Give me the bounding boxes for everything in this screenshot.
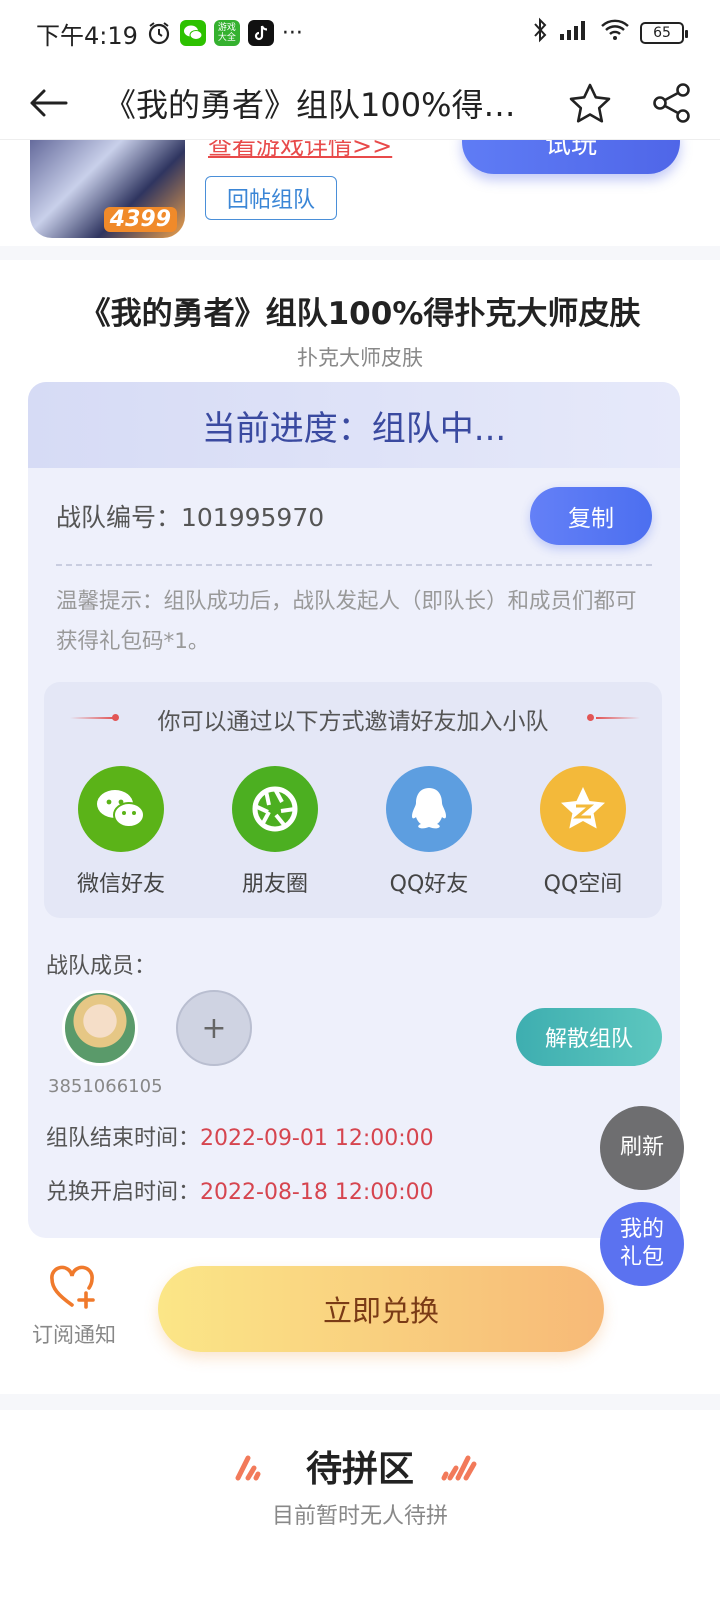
wechat-icon: [78, 766, 164, 852]
tiktok-icon: [247, 20, 274, 46]
wifi-icon: [600, 18, 630, 48]
redeem-open-time: 兑换开启时间：2022-08-18 12:00:00: [46, 1174, 434, 1206]
pending-title: 待拼区: [305, 1449, 414, 1490]
game-header: 4399 查看游戏详情>> 试玩 回帖组队: [0, 140, 720, 246]
team-id: 战队编号：101995970: [56, 503, 325, 532]
activity-title: 《我的勇者》组队100%得扑克大师皮肤: [79, 296, 641, 332]
game-icon[interactable]: 4399: [30, 140, 185, 238]
more-notifications: ···: [281, 20, 303, 46]
game-detail-link[interactable]: 查看游戏详情>>: [208, 140, 392, 161]
progress-status: 当前进度：组队中...: [28, 382, 680, 468]
divider: [56, 564, 652, 566]
heart-plus-icon: [50, 1265, 95, 1309]
refresh-float-button[interactable]: 刷新: [600, 1106, 684, 1190]
status-bar: 下午4:19 游戏大全 ··· 65: [0, 0, 720, 66]
invite-box: 你可以通过以下方式邀请好友加入小队 微信好友 朋友圈 QQ好友 QQ空间: [44, 682, 662, 918]
wechat-notification-icon: [179, 20, 206, 46]
share-label: QQ空间: [543, 872, 623, 897]
members-label: 战队成员：: [46, 954, 157, 979]
alarm-icon: [146, 20, 172, 46]
share-icon: [653, 82, 690, 123]
redeem-open-time-value: 2022-08-18 12:00:00: [200, 1180, 434, 1205]
game-badge: 4399: [103, 207, 177, 232]
game-app-icon: 游戏大全: [213, 20, 240, 46]
game-app-label: 游戏大全: [217, 23, 236, 43]
activity-subtitle: 扑克大师皮肤: [297, 346, 423, 370]
share-label: 微信好友: [76, 872, 165, 897]
share-wechat[interactable]: 微信好友: [56, 766, 186, 898]
disband-team-button[interactable]: 解散组队: [516, 1008, 662, 1066]
back-arrow-icon: [30, 89, 68, 116]
bluetooth-icon: [532, 17, 548, 49]
share-label: 朋友圈: [241, 872, 308, 897]
team-end-time-value: 2022-09-01 12:00:00: [200, 1126, 434, 1151]
redeem-now-button[interactable]: 立即兑换: [158, 1266, 604, 1352]
redeem-open-time-label: 兑换开启时间：: [46, 1180, 201, 1205]
page: 下午4:19 游戏大全 ··· 65 《我的勇者》组队100%得扑… 4399 …: [0, 0, 720, 1600]
share-label: QQ好友: [389, 872, 469, 897]
share-qq[interactable]: QQ好友: [364, 766, 494, 898]
signal-icon: [558, 18, 590, 48]
subscribe-notification-button[interactable]: 订阅通知: [28, 1265, 120, 1349]
copy-button[interactable]: 复制: [530, 487, 652, 545]
member-id: 3851066105: [48, 1076, 163, 1097]
tip-text: 温馨提示：组队成功后，战队发起人（即队长）和成员们都可获得礼包码*1。: [56, 589, 637, 654]
my-gift-float-button[interactable]: 我的礼包: [600, 1202, 684, 1286]
team-id-row: 战队编号：101995970 复制: [56, 486, 652, 546]
add-member-button[interactable]: +: [176, 990, 252, 1066]
status-time: 下午4:19: [36, 21, 138, 50]
favorite-button[interactable]: [564, 77, 616, 129]
page-title: 《我的勇者》组队100%得扑…: [104, 85, 544, 124]
member-avatar[interactable]: [62, 990, 138, 1066]
reply-team-button[interactable]: 回帖组队: [205, 176, 337, 220]
status-right: 65: [532, 17, 688, 49]
qzone-icon: [540, 766, 626, 852]
invite-title: 你可以通过以下方式邀请好友加入小队: [157, 709, 549, 735]
team-end-time: 组队结束时间：2022-09-01 12:00:00: [46, 1120, 434, 1152]
slash-decoration-icon: [441, 1455, 477, 1481]
share-moments[interactable]: 朋友圈: [210, 766, 340, 898]
back-button[interactable]: [22, 77, 74, 129]
decor-dot-right: [587, 714, 594, 721]
team-end-time-label: 组队结束时间：: [46, 1126, 201, 1151]
moments-icon: [232, 766, 318, 852]
decor-line-right: [596, 717, 640, 719]
trial-button[interactable]: 试玩: [462, 140, 680, 174]
pending-section: 待拼区 目前暂时无人待拼: [0, 1410, 720, 1600]
top-navigation: 《我的勇者》组队100%得扑…: [0, 66, 720, 140]
pending-empty-text: 目前暂时无人待拼: [271, 1504, 448, 1529]
share-button[interactable]: [646, 77, 698, 129]
share-qzone[interactable]: QQ空间: [518, 766, 648, 898]
progress-card: 当前进度：组队中... 战队编号：101995970 复制 温馨提示：组队成功后…: [28, 382, 680, 1238]
battery-indicator: 65: [640, 22, 688, 44]
subscribe-label: 订阅通知: [32, 1323, 116, 1347]
star-icon: [569, 83, 611, 122]
qq-icon: [386, 766, 472, 852]
